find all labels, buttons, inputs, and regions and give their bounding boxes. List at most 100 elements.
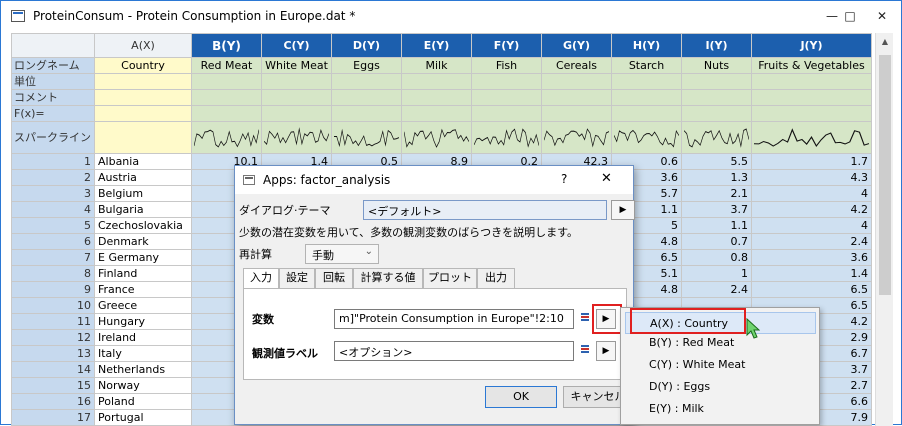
variables-input[interactable]: m]"Protein Consumption in Europe"!2:10: [334, 309, 574, 329]
row-number[interactable]: 6: [11, 233, 95, 250]
close-button[interactable]: ✕: [865, 5, 899, 27]
data-cell[interactable]: 1.3: [681, 169, 752, 186]
meta-cell[interactable]: [751, 121, 872, 154]
meta-cell[interactable]: [261, 105, 332, 122]
help-button[interactable]: ?: [561, 172, 567, 186]
row-number[interactable]: 11: [11, 313, 95, 330]
meta-cell[interactable]: [471, 89, 542, 106]
meta-cell[interactable]: [191, 73, 262, 90]
row-label[interactable]: スパークライン: [11, 121, 95, 154]
row-number[interactable]: 4: [11, 201, 95, 218]
data-cell[interactable]: 1.4: [751, 265, 872, 282]
data-cell[interactable]: Greece: [94, 297, 192, 314]
row-number[interactable]: 13: [11, 345, 95, 362]
observation-label-input[interactable]: <オプション>: [334, 341, 574, 361]
data-cell[interactable]: Netherlands: [94, 361, 192, 378]
data-cell[interactable]: 4: [751, 185, 872, 202]
row-number[interactable]: 16: [11, 393, 95, 410]
meta-cell[interactable]: [261, 121, 332, 154]
row-number[interactable]: 9: [11, 281, 95, 298]
scroll-thumb[interactable]: [879, 55, 891, 295]
meta-cell[interactable]: [751, 105, 872, 122]
meta-cell[interactable]: [191, 89, 262, 106]
data-cell[interactable]: Poland: [94, 393, 192, 410]
data-cell[interactable]: Albania: [94, 153, 192, 170]
data-cell[interactable]: 2.4: [681, 281, 752, 298]
meta-cell[interactable]: [261, 73, 332, 90]
meta-cell[interactable]: [611, 121, 682, 154]
meta-cell[interactable]: Red Meat: [191, 57, 262, 74]
maximize-button[interactable]: □: [833, 5, 867, 27]
row-number[interactable]: 8: [11, 265, 95, 282]
data-cell[interactable]: 1: [681, 265, 752, 282]
tab-quantities[interactable]: 計算する値: [353, 268, 423, 288]
meta-cell[interactable]: Eggs: [331, 57, 402, 74]
data-cell[interactable]: Bulgaria: [94, 201, 192, 218]
meta-cell[interactable]: [681, 105, 752, 122]
data-cell[interactable]: 1.1: [681, 217, 752, 234]
vertical-scrollbar[interactable]: ▲: [875, 33, 893, 426]
meta-cell[interactable]: [94, 89, 192, 106]
meta-cell[interactable]: [471, 121, 542, 154]
meta-cell[interactable]: [401, 105, 472, 122]
meta-cell[interactable]: [751, 73, 872, 90]
meta-cell[interactable]: [94, 73, 192, 90]
meta-cell[interactable]: [541, 89, 612, 106]
recalc-select[interactable]: 手動 ⌄: [305, 244, 379, 264]
meta-cell[interactable]: Milk: [401, 57, 472, 74]
tab-plot[interactable]: プロット: [423, 268, 477, 288]
row-number[interactable]: 5: [11, 217, 95, 234]
observation-range-picker[interactable]: [578, 341, 598, 361]
row-label[interactable]: 単位: [11, 73, 95, 90]
meta-cell[interactable]: [541, 73, 612, 90]
data-cell[interactable]: 5.5: [681, 153, 752, 170]
column-header[interactable]: C(Y): [261, 33, 332, 58]
theme-menu-button[interactable]: ▶: [611, 200, 635, 220]
data-cell[interactable]: Belgium: [94, 185, 192, 202]
meta-cell[interactable]: White Meat: [261, 57, 332, 74]
menu-item-red-meat[interactable]: B(Y) : Red Meat: [649, 332, 814, 354]
ok-button[interactable]: OK: [485, 386, 557, 408]
meta-cell[interactable]: [471, 73, 542, 90]
meta-cell[interactable]: [681, 73, 752, 90]
theme-field[interactable]: <デフォルト>: [363, 200, 607, 220]
data-cell[interactable]: E Germany: [94, 249, 192, 266]
meta-cell[interactable]: [751, 89, 872, 106]
data-cell[interactable]: Portugal: [94, 409, 192, 426]
menu-item-milk[interactable]: E(Y) : Milk: [649, 398, 814, 420]
meta-cell[interactable]: [94, 121, 192, 154]
meta-cell[interactable]: [401, 89, 472, 106]
dialog-close-button[interactable]: ✕: [601, 171, 612, 186]
meta-cell[interactable]: [541, 105, 612, 122]
scroll-up-icon[interactable]: ▲: [876, 37, 894, 51]
menu-item-eggs[interactable]: D(Y) : Eggs: [649, 376, 814, 398]
meta-cell[interactable]: Nuts: [681, 57, 752, 74]
meta-cell[interactable]: [401, 73, 472, 90]
column-header[interactable]: D(Y): [331, 33, 402, 58]
column-header[interactable]: H(Y): [611, 33, 682, 58]
corner-cell[interactable]: [11, 33, 95, 58]
column-header[interactable]: E(Y): [401, 33, 472, 58]
data-cell[interactable]: Italy: [94, 345, 192, 362]
data-cell[interactable]: Denmark: [94, 233, 192, 250]
row-number[interactable]: 7: [11, 249, 95, 266]
meta-cell[interactable]: [681, 89, 752, 106]
menu-item-white-meat[interactable]: C(Y) : White Meat: [649, 354, 814, 376]
data-cell[interactable]: 4.2: [751, 201, 872, 218]
row-number[interactable]: 14: [11, 361, 95, 378]
data-cell[interactable]: 3.6: [751, 249, 872, 266]
meta-cell[interactable]: [611, 89, 682, 106]
row-number[interactable]: 12: [11, 329, 95, 346]
observation-menu-button[interactable]: ▶: [596, 341, 616, 361]
meta-cell[interactable]: [611, 73, 682, 90]
data-cell[interactable]: 0.7: [681, 233, 752, 250]
meta-cell[interactable]: [331, 89, 402, 106]
row-number[interactable]: 3: [11, 185, 95, 202]
column-header[interactable]: A(X): [94, 33, 192, 58]
meta-cell[interactable]: Fish: [471, 57, 542, 74]
row-number[interactable]: 17: [11, 409, 95, 426]
data-cell[interactable]: Finland: [94, 265, 192, 282]
tab-output[interactable]: 出力: [477, 268, 515, 288]
row-number[interactable]: 1: [11, 153, 95, 170]
row-label[interactable]: F(x)=: [11, 105, 95, 122]
